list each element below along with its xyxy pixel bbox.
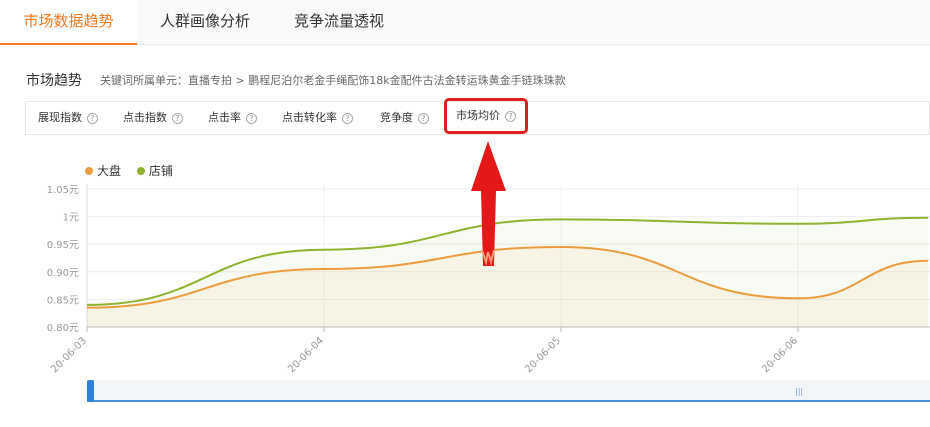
x-tick-label: 20-06-04: [286, 335, 326, 375]
chart-series: [86, 216, 929, 327]
x-tick-label: 20-06-05: [523, 335, 563, 375]
y-tick-label: 1元: [63, 213, 79, 224]
market-price-chart: 1.05元1元0.95元0.90元0.85元0.80元 20-06-03 20-0…: [47, 141, 930, 375]
y-tick-label: 0.80元: [47, 323, 79, 334]
x-tick-label: 20-06-06: [760, 335, 800, 375]
y-tick-label: 1.05元: [47, 185, 79, 196]
range-slider[interactable]: |||: [87, 380, 930, 402]
x-tick-label: 20-06-03: [49, 335, 89, 375]
range-slider-handle[interactable]: [87, 380, 94, 402]
y-tick-label: 0.95元: [47, 240, 79, 251]
slider-grip-icon[interactable]: |||: [795, 387, 803, 396]
y-tick-label: 0.85元: [47, 295, 79, 306]
y-axis: 1.05元 1元 0.95元 0.90元 0.85元 0.80元: [47, 184, 88, 334]
x-axis: 20-06-03 20-06-04 20-06-05 20-06-06: [49, 326, 930, 375]
series-area: [87, 217, 929, 327]
y-tick-label: 0.90元: [47, 268, 79, 279]
